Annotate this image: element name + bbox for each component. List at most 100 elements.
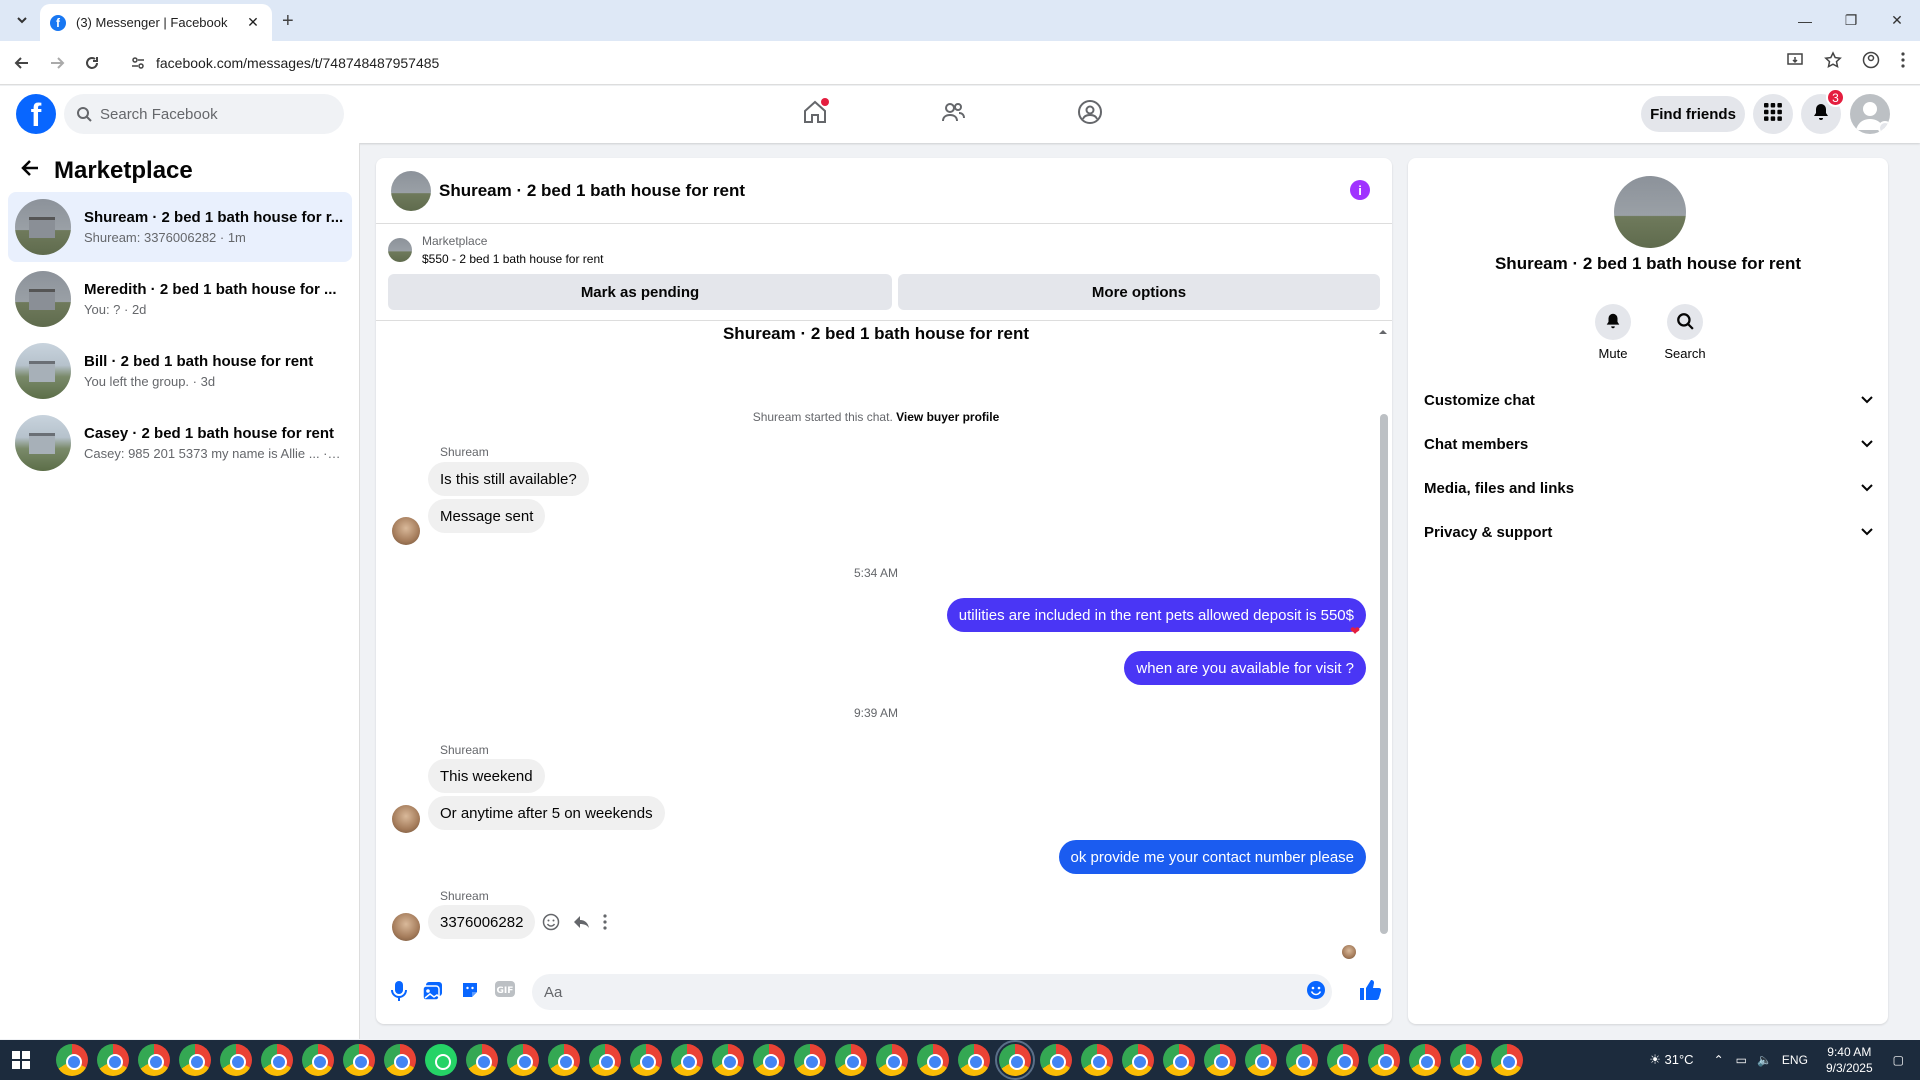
menu-button[interactable] (1753, 94, 1793, 134)
listing-summary[interactable]: Marketplace $550 - 2 bed 1 bath house fo… (388, 232, 603, 268)
message-bubble[interactable]: 3376006282 (428, 905, 536, 939)
customize-chat-row[interactable]: Customize chat (1424, 380, 1874, 420)
chrome-taskbar-icon[interactable] (56, 1044, 88, 1076)
heart-reaction-icon[interactable]: ❤ (1350, 624, 1360, 638)
chrome-taskbar-icon[interactable] (794, 1044, 826, 1076)
reply-icon[interactable] (572, 913, 590, 936)
groups-nav-button[interactable] (1070, 94, 1110, 134)
chrome-taskbar-icon[interactable] (1163, 1044, 1195, 1076)
facebook-logo[interactable]: f (16, 94, 56, 134)
chrome-taskbar-icon[interactable] (1204, 1044, 1236, 1076)
thumbs-up-icon[interactable] (1358, 978, 1382, 1007)
view-buyer-profile-link[interactable]: View buyer profile (896, 410, 999, 424)
notification-center-icon[interactable]: ▢ (1893, 1053, 1904, 1067)
install-app-icon[interactable] (1786, 51, 1804, 74)
account-avatar[interactable] (1850, 94, 1890, 134)
mute-button[interactable]: Mute (1583, 304, 1643, 361)
chrome-taskbar-icon[interactable] (302, 1044, 334, 1076)
gif-icon[interactable]: GIF (494, 980, 516, 1003)
emoji-icon[interactable] (1306, 980, 1326, 1005)
network-icon[interactable]: ▭ (1736, 1053, 1747, 1067)
app-taskbar-icon[interactable] (958, 1044, 990, 1076)
reload-button[interactable] (80, 51, 104, 75)
sender-avatar[interactable] (392, 517, 420, 545)
chrome-taskbar-icon[interactable] (835, 1044, 867, 1076)
windows-start-icon[interactable] (12, 1051, 30, 1069)
chat-members-row[interactable]: Chat members (1424, 424, 1874, 464)
chrome-taskbar-icon[interactable] (343, 1044, 375, 1076)
chrome-taskbar-icon[interactable] (548, 1044, 580, 1076)
close-window-button[interactable]: ✕ (1874, 0, 1920, 41)
profile-icon[interactable] (1862, 51, 1880, 74)
clock[interactable]: 9:40 AM 9/3/2025 (1826, 1044, 1873, 1076)
chrome-taskbar-icon[interactable] (384, 1044, 416, 1076)
chrome-taskbar-icon[interactable] (1122, 1044, 1154, 1076)
message-bubble[interactable]: This weekend (428, 759, 545, 793)
message-bubble[interactable]: Message sent (428, 499, 546, 533)
whatsapp-taskbar-icon[interactable] (425, 1044, 457, 1076)
mark-pending-button[interactable]: Mark as pending (388, 274, 892, 310)
volume-icon[interactable]: 🔈 (1757, 1053, 1772, 1067)
chrome-taskbar-icon[interactable] (1491, 1044, 1523, 1076)
search-conversation-button[interactable]: Search (1655, 304, 1715, 361)
chat-scrollbar[interactable] (1378, 324, 1388, 970)
photo-icon[interactable] (422, 980, 444, 1007)
sticker-icon[interactable] (460, 980, 480, 1005)
menu-dots-icon[interactable] (1900, 51, 1906, 74)
chrome-taskbar-icon[interactable] (1081, 1044, 1113, 1076)
chrome-taskbar-icon[interactable] (1286, 1044, 1318, 1076)
sender-avatar[interactable] (392, 913, 420, 941)
chrome-taskbar-icon[interactable] (1327, 1044, 1359, 1076)
message-bubble[interactable]: Or anytime after 5 on weekends (428, 796, 665, 830)
scrollbar-thumb[interactable] (1380, 414, 1388, 934)
notifications-button[interactable]: 3 (1801, 88, 1845, 134)
message-input[interactable]: Aa (532, 974, 1332, 1010)
sent-message-bubble[interactable]: utilities are included in the rent pets … (946, 598, 1366, 632)
microphone-icon[interactable] (390, 980, 408, 1007)
new-tab-button[interactable]: + (282, 10, 294, 33)
chrome-taskbar-icon[interactable] (917, 1044, 949, 1076)
home-nav-button[interactable] (795, 94, 835, 134)
chrome-taskbar-icon[interactable] (712, 1044, 744, 1076)
info-icon[interactable]: i (1350, 180, 1370, 200)
chrome-taskbar-icon[interactable] (466, 1044, 498, 1076)
conversation-item[interactable]: Bill · 2 bed 1 bath house for rent You l… (8, 336, 352, 406)
chrome-taskbar-icon[interactable] (179, 1044, 211, 1076)
message-bubble[interactable]: Is this still available? (428, 462, 589, 496)
conversation-item[interactable]: Casey · 2 bed 1 bath house for rent Case… (8, 408, 352, 478)
close-tab-icon[interactable]: ✕ (244, 14, 262, 32)
chrome-taskbar-icon[interactable] (1040, 1044, 1072, 1076)
tray-chevron-icon[interactable]: ⌃ (1714, 1053, 1724, 1067)
chrome-taskbar-icon[interactable] (753, 1044, 785, 1076)
more-options-button[interactable]: More options (898, 274, 1380, 310)
chrome-taskbar-icon[interactable] (97, 1044, 129, 1076)
restore-button[interactable]: ❐ (1828, 0, 1874, 41)
chrome-taskbar-icon[interactable] (507, 1044, 539, 1076)
chrome-taskbar-icon[interactable] (1409, 1044, 1441, 1076)
bookmark-star-icon[interactable] (1824, 51, 1842, 74)
site-info-icon[interactable] (130, 55, 146, 71)
chrome-taskbar-icon[interactable] (1245, 1044, 1277, 1076)
search-input[interactable]: Search Facebook (64, 94, 344, 134)
more-vertical-icon[interactable] (602, 913, 608, 936)
sent-message-bubble[interactable]: ok provide me your contact number please (1058, 840, 1366, 874)
friends-nav-button[interactable] (933, 94, 973, 134)
back-arrow-icon[interactable] (20, 157, 40, 185)
chrome-taskbar-icon[interactable] (220, 1044, 252, 1076)
forward-button[interactable] (45, 51, 69, 75)
privacy-support-row[interactable]: Privacy & support (1424, 512, 1874, 552)
chrome-taskbar-icon[interactable] (876, 1044, 908, 1076)
weather-widget[interactable]: ☀ 31°C (1649, 1052, 1693, 1068)
react-emoji-icon[interactable] (542, 913, 560, 936)
chrome-taskbar-icon[interactable] (995, 1040, 1035, 1080)
chat-title[interactable]: Shuream · 2 bed 1 bath house for rent (439, 181, 745, 201)
media-files-links-row[interactable]: Media, files and links (1424, 468, 1874, 508)
chrome-taskbar-icon[interactable] (261, 1044, 293, 1076)
listing-avatar[interactable] (1614, 176, 1686, 248)
minimize-button[interactable]: — (1782, 0, 1828, 41)
back-button[interactable] (10, 51, 34, 75)
conversation-item[interactable]: Meredith · 2 bed 1 bath house for ... Yo… (8, 264, 352, 334)
language-indicator[interactable]: ENG (1782, 1053, 1808, 1067)
sent-message-bubble[interactable]: when are you available for visit ? (1124, 651, 1366, 685)
tab-search-button[interactable] (10, 8, 34, 32)
